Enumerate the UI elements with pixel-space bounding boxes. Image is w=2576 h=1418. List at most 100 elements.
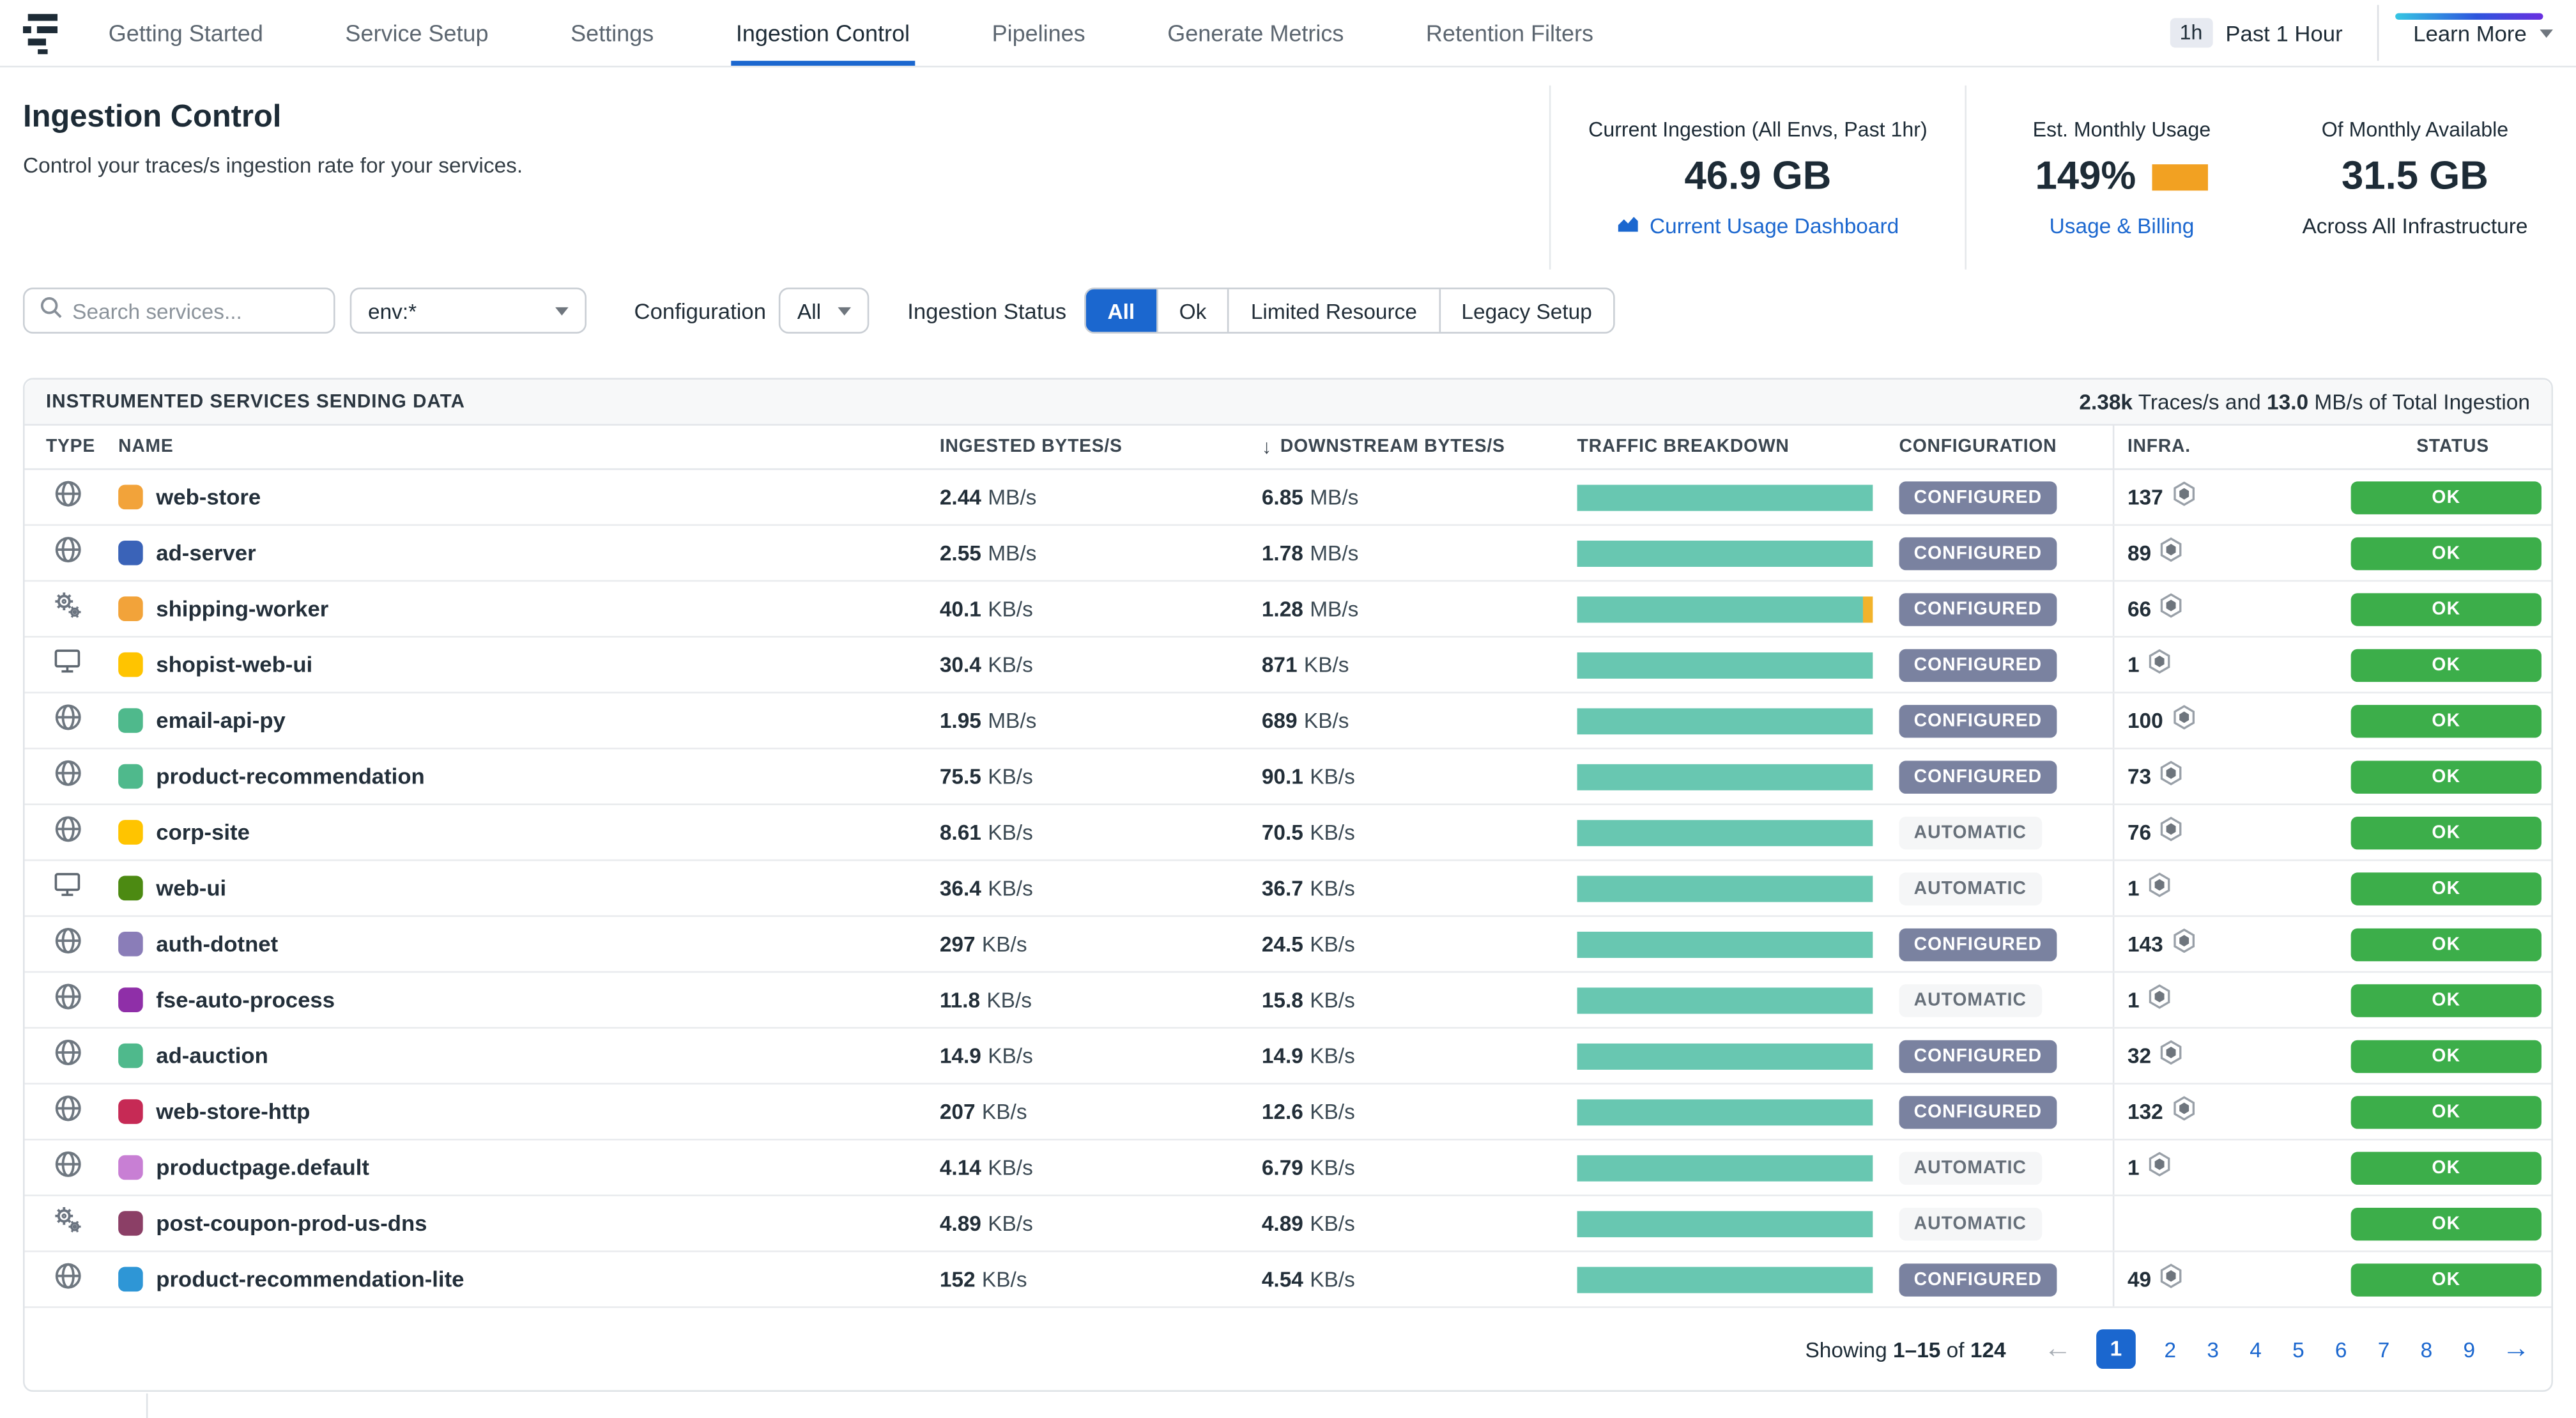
table-row[interactable]: product-recommendation-lite 152KB/s 4.54… [25,1252,2552,1307]
configuration-filter-dropdown[interactable]: All [779,288,870,334]
service-name: ad-server [156,541,256,566]
table-row[interactable]: fse-auto-process 11.8KB/s 15.8KB/s AUTOM… [25,973,2552,1028]
showing-total: 124 [1970,1337,2006,1362]
globe-icon [54,926,82,962]
page-4[interactable]: 4 [2248,1337,2264,1362]
col-ingested-bytes[interactable]: INGESTED BYTES/S [917,426,1239,468]
stat-monthly-available: Of Monthly Available 31.5 GB Across All … [2277,86,2553,270]
col-name[interactable]: NAME [95,426,917,468]
table-row[interactable]: shopist-web-ui 30.4KB/s 871KB/s CONFIGUR… [25,638,2552,693]
tab-retention-filters[interactable]: Retention Filters [1426,0,1593,66]
table-row[interactable]: auth-dotnet 297KB/s 24.5KB/s CONFIGURED … [25,917,2552,973]
learn-more-button[interactable]: Learn More [2413,20,2553,45]
tab-ingestion-control[interactable]: Ingestion Control [736,0,910,66]
tab-service-setup[interactable]: Service Setup [345,0,488,66]
nav-tabs: Getting Started Service Setup Settings Inge… [109,0,1593,66]
infra-cell[interactable]: 1 [2113,861,2351,915]
table-row[interactable]: web-store 2.44MB/s 6.85MB/s CONFIGURED 1… [25,470,2552,525]
status-badge: OK [2351,1039,2542,1072]
page-3[interactable]: 3 [2205,1337,2221,1362]
col-configuration[interactable]: CONFIGURATION [1876,426,2113,468]
page-2[interactable]: 2 [2162,1337,2179,1362]
col-status[interactable]: STATUS [2351,426,2555,468]
ingestion-status-limited-resource[interactable]: Limited Resource [1228,289,1439,332]
downstream-bytes-cell: 15.8KB/s [1239,973,1554,1027]
page-5[interactable]: 5 [2290,1337,2307,1362]
table-row[interactable]: email-api-py 1.95MB/s 689KB/s CONFIGURED… [25,693,2552,749]
infra-cell[interactable]: 1 [2113,638,2351,692]
ingestion-status-ok[interactable]: Ok [1156,289,1228,332]
ingestion-status-all[interactable]: All [1086,289,1156,332]
status-badge: OK [2351,872,2542,904]
col-type[interactable]: TYPE [46,426,95,468]
ingested-bytes-cell: 30.4KB/s [917,638,1239,692]
table-row[interactable]: shipping-worker 40.1KB/s 1.28MB/s CONFIG… [25,582,2552,637]
table-row[interactable]: ad-server 2.55MB/s 1.78MB/s CONFIGURED 8… [25,526,2552,582]
tab-generate-metrics[interactable]: Generate Metrics [1167,0,1344,66]
table-row[interactable]: corp-site 8.61KB/s 70.5KB/s AUTOMATIC 76… [25,805,2552,861]
infra-cell[interactable]: 137 [2113,470,2351,524]
ingestion-status-legacy-setup[interactable]: Legacy Setup [1438,289,1613,332]
infra-cell[interactable]: 89 [2113,526,2351,580]
page-8[interactable]: 8 [2418,1337,2435,1362]
ingestion-bars-icon[interactable] [23,12,61,54]
area-chart-icon [1617,213,1640,238]
infra-cell[interactable] [2113,1196,2351,1251]
stat-monthly-usage: Est. Monthly Usage 149% Usage & Billing [1965,86,2277,270]
table-row[interactable]: ad-auction 14.9KB/s 14.9KB/s CONFIGURED … [25,1029,2552,1084]
gradient-accent-bar [2395,13,2543,20]
table-summary: 2.38k Traces/s and 13.0 MB/s of Total In… [2079,389,2530,414]
infra-cell[interactable]: 32 [2113,1029,2351,1083]
infra-cell[interactable]: 76 [2113,805,2351,859]
col-downstream-bytes[interactable]: ↓ DOWNSTREAM BYTES/S [1239,426,1554,468]
status-badge: OK [2351,760,2542,792]
globe-icon [54,759,82,795]
infra-cell[interactable]: 132 [2113,1084,2351,1139]
ingested-bytes-cell: 75.5KB/s [917,750,1239,804]
table-row[interactable]: web-ui 36.4KB/s 36.7KB/s AUTOMATIC 1 OK [25,861,2552,916]
traffic-segment [1577,875,1873,901]
arrow-right-icon[interactable]: → [2502,1332,2530,1365]
usage-billing-link[interactable]: Usage & Billing [2050,213,2195,238]
infra-cell[interactable]: 73 [2113,750,2351,804]
table-row[interactable]: web-store-http 207KB/s 12.6KB/s CONFIGUR… [25,1084,2552,1140]
hexagon-icon [2161,1263,2182,1295]
page-7[interactable]: 7 [2375,1337,2392,1362]
infra-host-count: 66 [2128,596,2151,621]
arrow-left-icon[interactable]: ← [2044,1332,2072,1365]
service-color-swatch [118,596,143,621]
tab-settings[interactable]: Settings [571,0,654,66]
table-header-row: TYPE NAME INGESTED BYTES/S ↓ DOWNSTREAM … [25,426,2552,470]
hexagon-icon [2173,481,2194,513]
page-6[interactable]: 6 [2333,1337,2349,1362]
current-usage-dashboard-link[interactable]: Current Usage Dashboard [1617,213,1899,238]
infra-cell[interactable]: 66 [2113,582,2351,636]
table-row[interactable]: productpage.default 4.14KB/s 6.79KB/s AU… [25,1141,2552,1196]
col-traffic-breakdown[interactable]: TRAFFIC BREAKDOWN [1554,426,1876,468]
infra-cell[interactable]: 100 [2113,693,2351,748]
time-range-label[interactable]: Past 1 Hour [2225,20,2342,45]
nav-right: 1h Past 1 Hour Learn More [2170,5,2553,61]
infra-cell[interactable]: 1 [2113,973,2351,1027]
page-1[interactable]: 1 [2096,1329,2136,1369]
table-row[interactable]: post-coupon-prod-us-dns 4.89KB/s 4.89KB/… [25,1196,2552,1252]
tab-getting-started[interactable]: Getting Started [109,0,263,66]
tab-pipelines[interactable]: Pipelines [992,0,1085,66]
ingested-bytes-cell: 4.89KB/s [917,1196,1239,1251]
hexagon-icon [2161,760,2182,792]
service-name: auth-dotnet [156,932,278,957]
ingested-bytes-cell: 14.9KB/s [917,1029,1239,1083]
table-row[interactable]: product-recommendation 75.5KB/s 90.1KB/s… [25,750,2552,805]
col-infra[interactable]: INFRA. [2113,426,2351,468]
search-input[interactable] [72,298,319,323]
infra-cell[interactable]: 1 [2113,1141,2351,1195]
filter-bar: env:* Configuration All Ingestion Status… [23,288,2553,334]
ingested-bytes-cell: 207KB/s [917,1084,1239,1139]
page-9[interactable]: 9 [2461,1337,2478,1362]
time-range-badge[interactable]: 1h [2170,18,2212,47]
infra-cell[interactable]: 143 [2113,917,2351,971]
ingestion-status-label: Ingestion Status [907,298,1066,323]
env-filter-dropdown[interactable]: env:* [350,288,586,334]
infra-cell[interactable]: 49 [2113,1252,2351,1306]
traffic-segment [1577,484,1873,510]
